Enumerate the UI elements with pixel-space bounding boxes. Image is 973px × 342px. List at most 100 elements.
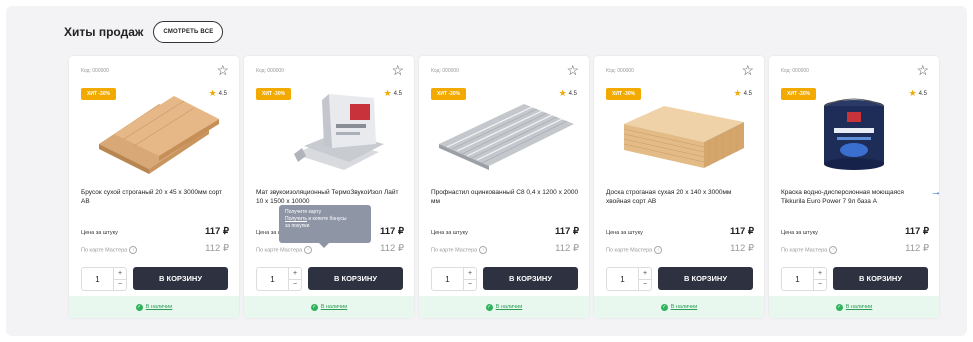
rating-value: 4.5 bbox=[918, 90, 927, 97]
info-icon[interactable]: ? bbox=[829, 245, 838, 254]
hit-badge: ХИТ -30% bbox=[781, 88, 817, 100]
check-icon: ✓ bbox=[485, 303, 493, 311]
price-row: Цена за штуку 117 ₽ bbox=[431, 226, 579, 237]
stock-status: ✓ В наличии bbox=[769, 296, 939, 318]
card-price-label: По карте Мастера? bbox=[606, 245, 663, 254]
add-to-cart-button[interactable]: В КОРЗИНУ bbox=[483, 267, 578, 290]
info-icon[interactable]: ? bbox=[654, 245, 663, 254]
card-price-label-text: По карте Мастера bbox=[431, 247, 478, 253]
product-name[interactable]: Брусок сухой строганый 20 х 45 х 3000мм … bbox=[81, 188, 229, 206]
quantity-stepper: 1 + − bbox=[606, 267, 652, 291]
product-name[interactable]: Краска водно-дисперсионная моющаяся Tikk… bbox=[781, 188, 929, 206]
quantity-value[interactable]: 1 bbox=[257, 268, 288, 290]
favorite-star-icon[interactable]: ☆ bbox=[566, 63, 579, 77]
quantity-value[interactable]: 1 bbox=[82, 268, 113, 290]
add-to-cart-button[interactable]: В КОРЗИНУ bbox=[133, 267, 228, 290]
card-price-value: 112 ₽ bbox=[905, 243, 929, 254]
price-label: Цена за штуку bbox=[606, 230, 643, 236]
stock-label[interactable]: В наличии bbox=[321, 304, 348, 310]
info-icon[interactable]: ? bbox=[304, 245, 313, 254]
product-card[interactable]: Код: 000000 ☆ ХИТ -30% ★ 4.5 Мат звукоизо… bbox=[244, 56, 414, 318]
price-value: 117 ₽ bbox=[904, 226, 929, 237]
stock-status: ✓ В наличии bbox=[594, 296, 764, 318]
increment-button[interactable]: + bbox=[289, 268, 301, 279]
stock-label[interactable]: В наличии bbox=[496, 304, 523, 310]
hit-badge: ХИТ -30% bbox=[256, 88, 292, 100]
rating-star-icon: ★ bbox=[208, 88, 217, 98]
card-price-label-text: По карте Мастера bbox=[81, 247, 128, 253]
stock-label[interactable]: В наличии bbox=[146, 304, 173, 310]
product-code: Код: 000000 bbox=[81, 68, 109, 74]
check-icon: ✓ bbox=[835, 303, 843, 311]
rating-value: 4.5 bbox=[568, 90, 577, 97]
price-row: Цена за штуку 117 ₽ bbox=[781, 226, 929, 237]
decrement-button[interactable]: − bbox=[814, 278, 826, 291]
product-card[interactable]: Код: 000000 ☆ ХИТ -30% ★ 4.5 Краска водно… bbox=[769, 56, 939, 318]
tooltip-text-2: и копите бонусы bbox=[308, 216, 347, 222]
product-name[interactable]: Профнастил оцинкованный С8 0,4 х 1200 х … bbox=[431, 188, 579, 206]
increment-button[interactable]: + bbox=[464, 268, 476, 279]
info-icon[interactable]: ? bbox=[129, 245, 138, 254]
product-card[interactable]: Код: 000000 ☆ ХИТ -30% ★ 4.5 Брусок сухой… bbox=[69, 56, 239, 318]
hit-badge: ХИТ -30% bbox=[606, 88, 642, 100]
product-name[interactable]: Доска строганая сухая 20 х 140 х 3000мм … bbox=[606, 188, 754, 206]
rating-star-icon: ★ bbox=[383, 88, 392, 98]
product-code: Код: 000000 bbox=[431, 68, 459, 74]
tooltip-text-3: за покупки bbox=[285, 223, 310, 229]
stock-label[interactable]: В наличии bbox=[671, 304, 698, 310]
favorite-star-icon[interactable]: ☆ bbox=[741, 63, 754, 77]
price-value: 117 ₽ bbox=[204, 226, 229, 237]
decrement-button[interactable]: − bbox=[464, 278, 476, 291]
favorite-star-icon[interactable]: ☆ bbox=[916, 63, 929, 77]
stock-label[interactable]: В наличии bbox=[846, 304, 873, 310]
favorite-star-icon[interactable]: ☆ bbox=[216, 63, 229, 77]
card-price-label: По карте Мастера? bbox=[81, 245, 138, 254]
card-price-label-text: По карте Мастера bbox=[781, 247, 828, 253]
increment-button[interactable]: + bbox=[639, 268, 651, 279]
card-price-value: 112 ₽ bbox=[730, 243, 754, 254]
card-price-value: 112 ₽ bbox=[555, 243, 579, 254]
stock-status: ✓ В наличии bbox=[69, 296, 239, 318]
price-row: Цена за штуку 117 ₽ bbox=[81, 226, 229, 237]
product-code: Код: 000000 bbox=[256, 68, 284, 74]
quantity-value[interactable]: 1 bbox=[782, 268, 813, 290]
decrement-button[interactable]: − bbox=[289, 278, 301, 291]
product-code: Код: 000000 bbox=[781, 68, 809, 74]
decrement-button[interactable]: − bbox=[114, 278, 126, 291]
card-price-label: По карте Мастера? bbox=[431, 245, 488, 254]
increment-button[interactable]: + bbox=[114, 268, 126, 279]
quantity-controls: + − bbox=[813, 268, 826, 290]
rating-value: 4.5 bbox=[393, 90, 402, 97]
quantity-controls: + − bbox=[113, 268, 126, 290]
card-price-row: По карте Мастера? 112 ₽ bbox=[256, 243, 404, 254]
product-card[interactable]: Код: 000000 ☆ ХИТ -30% ★ 4.5 Профнастил о… bbox=[419, 56, 589, 318]
quantity-value[interactable]: 1 bbox=[432, 268, 463, 290]
price-label: Цена за штуку bbox=[81, 230, 118, 236]
info-icon[interactable]: ? bbox=[479, 245, 488, 254]
add-to-cart-button[interactable]: В КОРЗИНУ bbox=[833, 267, 928, 290]
rating-star-icon: ★ bbox=[908, 88, 917, 98]
tooltip-get-card-link[interactable]: Получить bbox=[285, 216, 307, 222]
rating-value: 4.5 bbox=[218, 90, 227, 97]
rating-star-icon: ★ bbox=[733, 88, 742, 98]
increment-button[interactable]: + bbox=[814, 268, 826, 279]
quantity-stepper: 1 + − bbox=[431, 267, 477, 291]
favorite-star-icon[interactable]: ☆ bbox=[391, 63, 404, 77]
add-to-cart-button[interactable]: В КОРЗИНУ bbox=[658, 267, 753, 290]
add-to-cart-button[interactable]: В КОРЗИНУ bbox=[308, 267, 403, 290]
see-all-button[interactable]: СМОТРЕТЬ ВСЕ bbox=[153, 21, 224, 43]
quantity-stepper: 1 + − bbox=[256, 267, 302, 291]
card-price-row: По карте Мастера? 112 ₽ bbox=[781, 243, 929, 254]
check-icon: ✓ bbox=[310, 303, 318, 311]
quantity-value[interactable]: 1 bbox=[607, 268, 638, 290]
product-rating: ★ 4.5 bbox=[209, 88, 227, 99]
card-price-row: По карте Мастера? 112 ₽ bbox=[431, 243, 579, 254]
product-rating: ★ 4.5 bbox=[909, 88, 927, 99]
product-name[interactable]: Мат звукоизоляционный ТермоЗвукоИзол Лай… bbox=[256, 188, 404, 206]
stock-status: ✓ В наличии bbox=[244, 296, 414, 318]
product-card[interactable]: Код: 000000 ☆ ХИТ -30% ★ 4.5 Доска строга… bbox=[594, 56, 764, 318]
quantity-controls: + − bbox=[463, 268, 476, 290]
carousel-next-arrow-icon[interactable]: → bbox=[928, 184, 944, 200]
hit-badge: ХИТ -30% bbox=[431, 88, 467, 100]
decrement-button[interactable]: − bbox=[639, 278, 651, 291]
